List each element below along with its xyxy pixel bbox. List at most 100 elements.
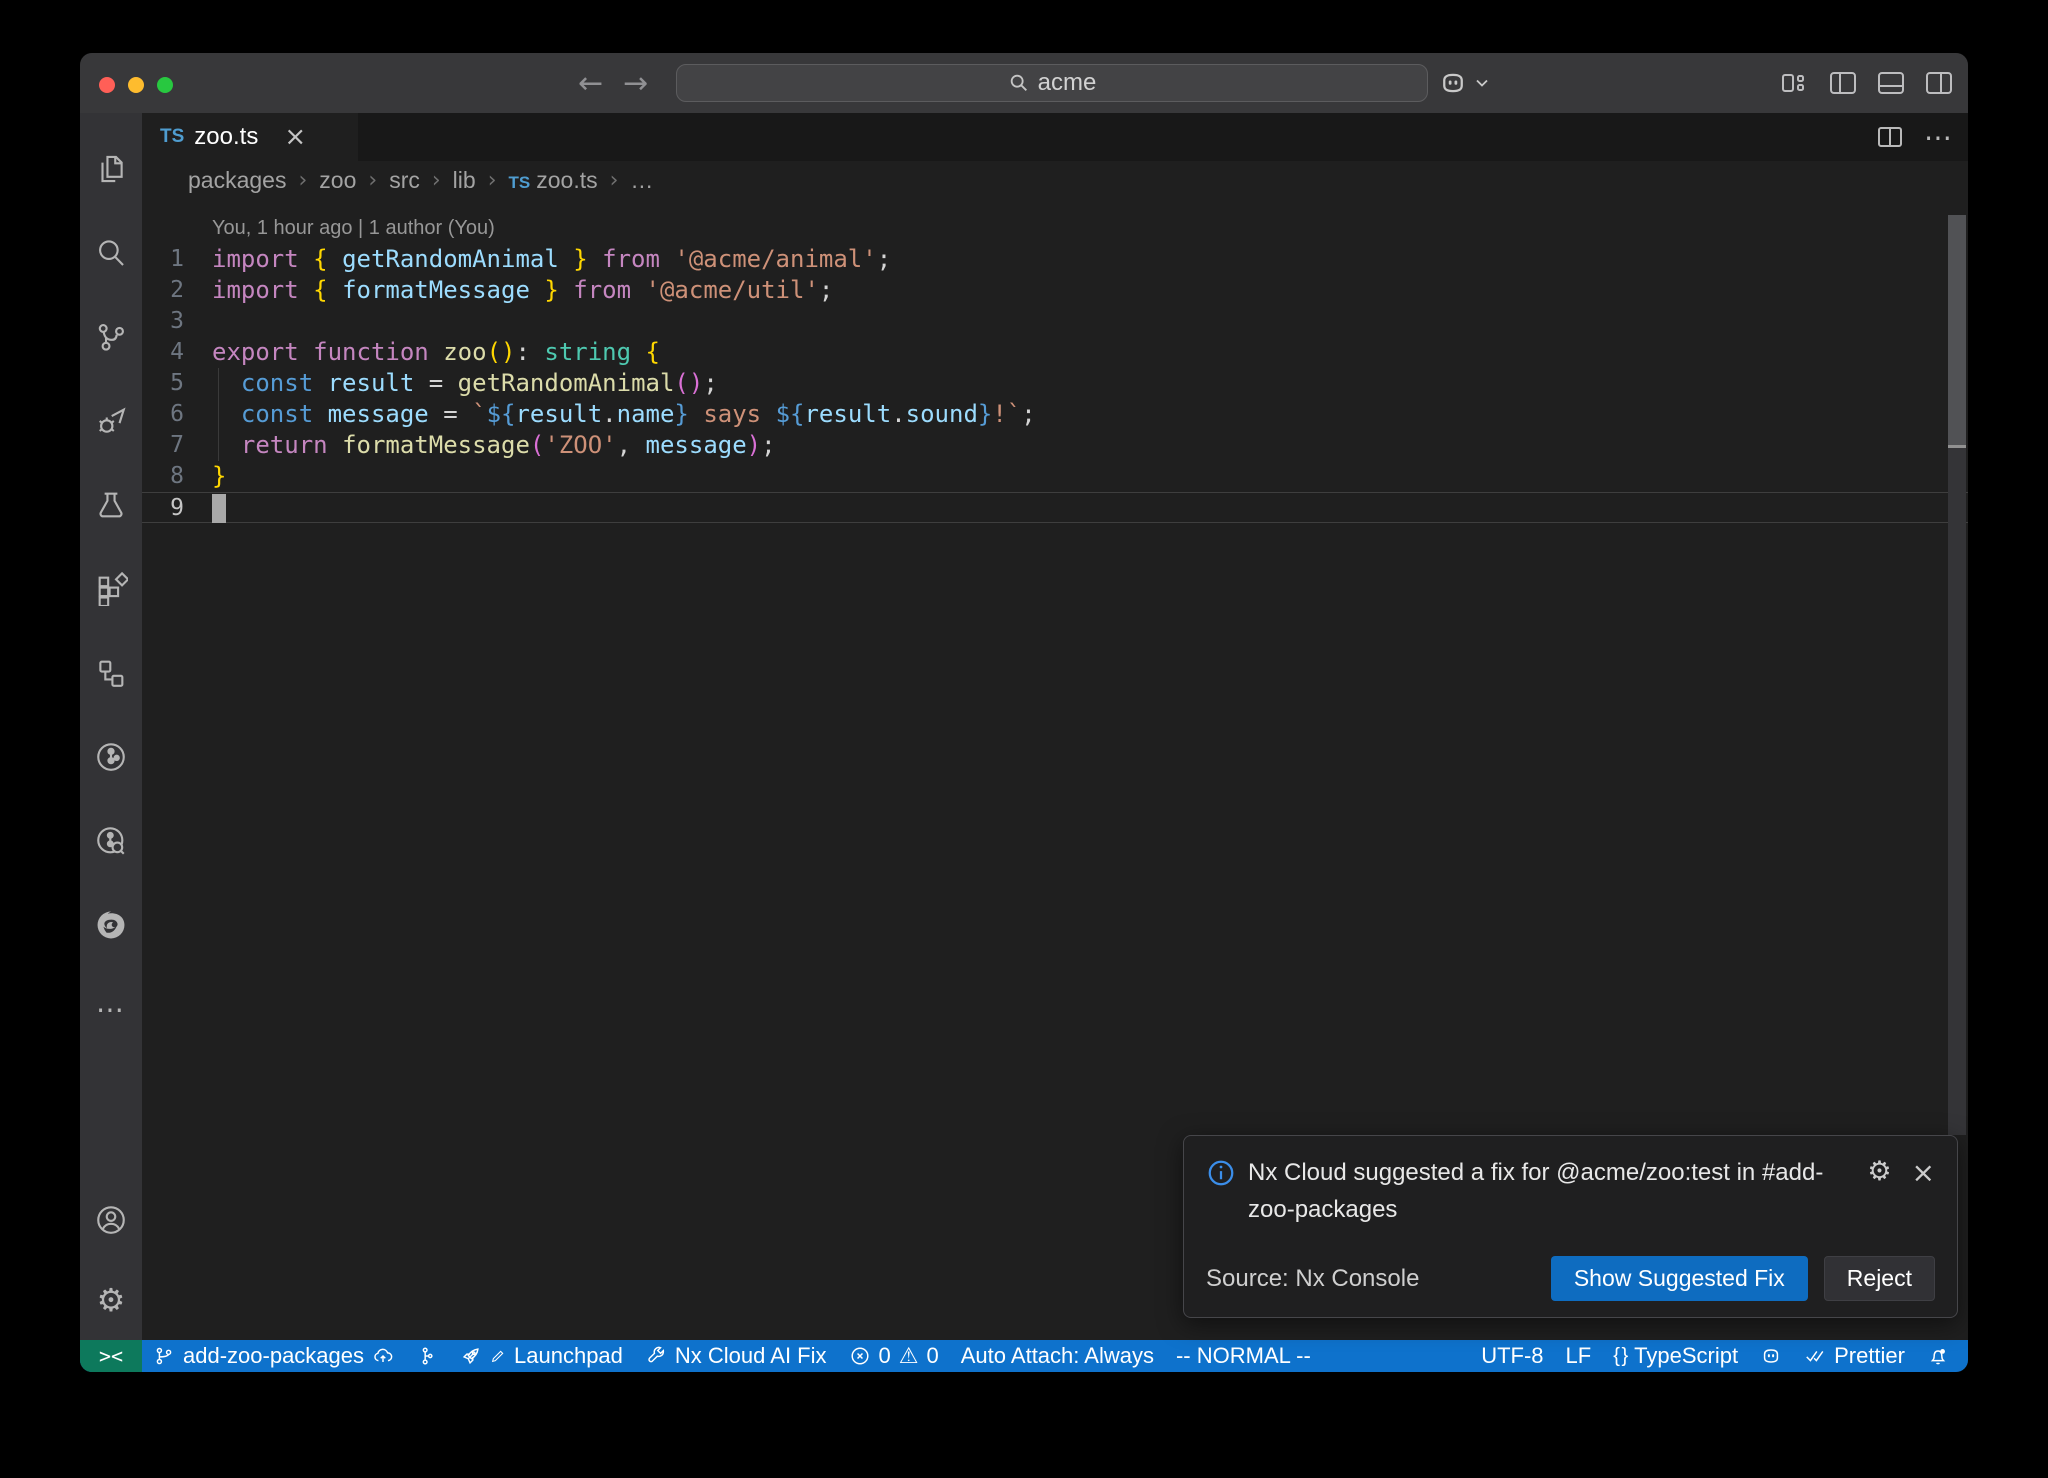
settings-gear-icon[interactable]: ⚙ <box>80 1260 142 1340</box>
double-check-icon <box>1804 1345 1826 1367</box>
zoom-window-button[interactable] <box>157 77 173 93</box>
command-center-search[interactable]: acme <box>676 64 1428 102</box>
branch-status-item[interactable]: add-zoo-packages <box>142 1340 405 1372</box>
code-editor[interactable]: You, 1 hour ago | 1 author (You) 1import… <box>142 199 1968 523</box>
source-control-icon[interactable] <box>80 295 142 379</box>
nx-cloud-fix-status-item[interactable]: Nx Cloud AI Fix <box>634 1340 838 1372</box>
tab-bar: TS zoo.ts × ⋯ <box>142 113 1968 161</box>
edge-tools-icon[interactable] <box>80 883 142 967</box>
code-line-9[interactable]: 9 <box>142 492 1968 523</box>
copilot-icon <box>1760 1345 1782 1367</box>
notification-source: Source: Nx Console <box>1206 1265 1419 1293</box>
breadcrumb-item-lib[interactable]: lib <box>453 167 476 194</box>
launchpad-status-item[interactable]: Launchpad <box>449 1340 634 1372</box>
explorer-icon[interactable] <box>80 127 142 211</box>
line-number: 4 <box>142 337 212 368</box>
toggle-panel-icon[interactable] <box>1878 72 1904 94</box>
code-text: import { getRandomAnimal } from '@acme/a… <box>212 244 891 275</box>
code-lines: 1import { getRandomAnimal } from '@acme/… <box>142 244 1968 523</box>
account-icon[interactable] <box>80 1180 142 1260</box>
extensions-icon[interactable] <box>80 547 142 631</box>
typescript-file-icon: TS <box>160 126 184 148</box>
prettier-status-item[interactable]: Prettier <box>1793 1340 1916 1372</box>
back-arrow-icon[interactable]: ← <box>578 66 603 101</box>
eol-status-item[interactable]: LF <box>1555 1340 1603 1372</box>
code-text: const message = `${result.name} says ${r… <box>212 399 1036 430</box>
show-suggested-fix-button[interactable]: Show Suggested Fix <box>1551 1256 1808 1301</box>
breadcrumb-item-zoo-ts[interactable]: TSzoo.ts <box>509 167 598 194</box>
search-icon[interactable] <box>80 211 142 295</box>
tab-zoo-ts[interactable]: TS zoo.ts × <box>142 113 358 161</box>
line-number: 3 <box>142 306 212 337</box>
run-and-debug-icon[interactable] <box>80 379 142 463</box>
chevron-down-icon <box>1474 75 1490 91</box>
search-icon <box>1008 72 1030 94</box>
git-branch-icon <box>153 1345 175 1367</box>
warning-count: 0 <box>927 1343 939 1369</box>
gitlens-icon[interactable] <box>80 715 142 799</box>
code-text: const result = getRandomAnimal(); <box>212 368 718 399</box>
auto-attach-status-item[interactable]: Auto Attach: Always <box>950 1340 1165 1372</box>
language-status-item[interactable]: { } TypeScript <box>1602 1340 1749 1372</box>
customize-layout-icon[interactable] <box>1780 71 1808 95</box>
notification-toast: Nx Cloud suggested a fix for @acme/zoo:t… <box>1183 1135 1958 1318</box>
problems-status-item[interactable]: 0 ⚠ 0 <box>838 1340 950 1372</box>
title-bar: ← → acme <box>80 53 1968 113</box>
traffic-lights <box>99 77 173 93</box>
git-blame-annotation: You, 1 hour ago | 1 author (You) <box>142 213 1968 244</box>
breadcrumb-item-zoo[interactable]: zoo <box>319 167 356 194</box>
testing-icon[interactable] <box>80 463 142 547</box>
code-line-8[interactable]: 8} <box>142 461 1968 492</box>
notification-close-icon[interactable]: × <box>1912 1156 1935 1189</box>
indent-guide <box>218 368 219 461</box>
toggle-secondary-sidebar-icon[interactable] <box>1926 72 1952 94</box>
code-line-7[interactable]: 7 return formatMessage('ZOO', message); <box>142 430 1968 461</box>
remote-icon: >< <box>99 1344 123 1368</box>
toggle-primary-sidebar-icon[interactable] <box>1830 72 1856 94</box>
project-structure-icon[interactable] <box>80 631 142 715</box>
code-line-1[interactable]: 1import { getRandomAnimal } from '@acme/… <box>142 244 1968 275</box>
line-number: 1 <box>142 244 212 275</box>
notifications-bell[interactable] <box>1916 1340 1960 1372</box>
error-icon <box>849 1345 871 1367</box>
gitlens-inspect-icon[interactable] <box>80 799 142 883</box>
notification-settings-gear-icon[interactable]: ⚙ <box>1867 1156 1891 1187</box>
rocket-icon <box>460 1345 482 1367</box>
pipeline-status-item[interactable] <box>405 1340 449 1372</box>
text-cursor <box>212 494 226 523</box>
breadcrumb-item-src[interactable]: src <box>389 167 420 194</box>
scrollbar-track-region[interactable] <box>1948 448 1966 1135</box>
breadcrumb-item-packages[interactable]: packages <box>188 167 286 194</box>
breadcrumb: packages›zoo›src›lib›TSzoo.ts›… <box>142 161 1968 199</box>
copilot-status-item[interactable] <box>1749 1340 1793 1372</box>
error-count: 0 <box>879 1343 891 1369</box>
bell-icon <box>1927 1345 1949 1367</box>
search-value: acme <box>1038 69 1097 97</box>
copilot-menu[interactable] <box>1438 53 1490 113</box>
more-icon[interactable]: ⋯ <box>80 967 142 1051</box>
breadcrumb-separator: › <box>488 168 497 193</box>
close-window-button[interactable] <box>99 77 115 93</box>
minimize-window-button[interactable] <box>128 77 144 93</box>
code-line-4[interactable]: 4export function zoo(): string { <box>142 337 1968 368</box>
status-bar: >< add-zoo-packages Launchpad Nx Cloud A… <box>80 1340 1968 1372</box>
code-text: import { formatMessage } from '@acme/uti… <box>212 275 833 306</box>
code-line-2[interactable]: 2import { formatMessage } from '@acme/ut… <box>142 275 1968 306</box>
remote-indicator[interactable]: >< <box>80 1340 142 1372</box>
warning-icon: ⚠ <box>899 1344 919 1369</box>
code-line-6[interactable]: 6 const message = `${result.name} says $… <box>142 399 1968 430</box>
vim-mode-status-item[interactable]: -- NORMAL -- <box>1165 1340 1322 1372</box>
breadcrumb-separator: › <box>368 168 377 193</box>
scrollbar-thumb[interactable] <box>1948 215 1966 445</box>
breadcrumb-item--[interactable]: … <box>630 167 653 194</box>
forward-arrow-icon[interactable]: → <box>623 66 648 101</box>
split-editor-icon[interactable] <box>1878 127 1902 147</box>
reject-button[interactable]: Reject <box>1824 1256 1935 1301</box>
encoding-status-item[interactable]: UTF-8 <box>1470 1340 1554 1372</box>
code-text: export function zoo(): string { <box>212 337 660 368</box>
line-number: 6 <box>142 399 212 430</box>
line-number: 5 <box>142 368 212 399</box>
code-line-5[interactable]: 5 const result = getRandomAnimal(); <box>142 368 1968 399</box>
code-line-3[interactable]: 3 <box>142 306 1968 337</box>
close-tab-icon[interactable]: × <box>284 122 306 152</box>
